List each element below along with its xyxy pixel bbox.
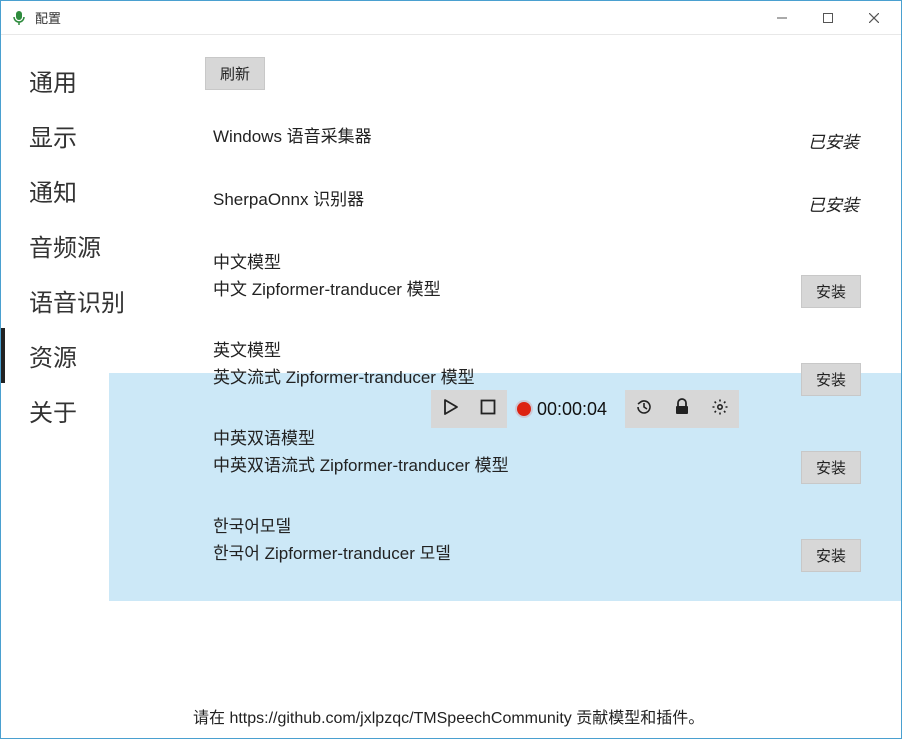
install-button[interactable]: 安装: [801, 363, 861, 396]
play-button[interactable]: [431, 390, 469, 428]
refresh-button[interactable]: 刷新: [205, 57, 265, 90]
resource-row: SherpaOnnx 识别器 已安装: [173, 167, 901, 230]
footer-note: 请在 https://github.com/jxlpzqc/TMSpeechCo…: [173, 696, 901, 728]
resource-desc: 中文 Zipformer-tranducer 模型: [213, 275, 861, 300]
install-button[interactable]: 安装: [801, 451, 861, 484]
resource-name: 英文模型: [213, 336, 861, 361]
install-button[interactable]: 安装: [801, 275, 861, 308]
resource-desc: 한국어 Zipformer-tranducer 모델: [213, 539, 861, 564]
close-button[interactable]: [851, 2, 897, 34]
lock-icon: [674, 398, 690, 421]
resource-name: Windows 语音采集器: [213, 122, 861, 147]
app-icon: [11, 10, 27, 26]
resource-row: 中文模型 中文 Zipformer-tranducer 模型 安装: [173, 230, 901, 318]
record-indicator-icon: [517, 402, 531, 416]
history-button[interactable]: [625, 390, 663, 428]
sidebar-item-notify[interactable]: 通知: [1, 163, 173, 218]
stop-icon: [480, 399, 496, 420]
sidebar-item-audiosource[interactable]: 音频源: [1, 218, 173, 273]
resource-desc: 英文流式 Zipformer-tranducer 模型: [213, 363, 861, 388]
minimize-button[interactable]: [759, 2, 805, 34]
titlebar: 配置: [1, 1, 901, 35]
sidebar-item-display[interactable]: 显示: [1, 108, 173, 163]
recorder-timer: 00:00:04: [537, 399, 607, 420]
window-title: 配置: [35, 8, 61, 27]
content-panel: 刷新 Windows 语音采集器 已安装 SherpaOnnx 识别器 已安装 …: [173, 35, 901, 738]
status-installed: 已安装: [808, 128, 859, 153]
history-icon: [635, 398, 653, 421]
resource-name: 한국어모델: [213, 512, 861, 537]
maximize-button[interactable]: [805, 2, 851, 34]
sidebar-item-general[interactable]: 通用: [1, 53, 173, 108]
status-installed: 已安装: [808, 191, 859, 216]
resource-row: 한국어모델 한국어 Zipformer-tranducer 모델 安装: [173, 494, 901, 582]
resource-name: 中文模型: [213, 248, 861, 273]
resource-name: SherpaOnnx 识别器: [213, 185, 861, 210]
settings-button[interactable]: [701, 390, 739, 428]
gear-icon: [711, 398, 729, 421]
resource-row: Windows 语音采集器 已安装: [173, 104, 901, 167]
sidebar-item-asr[interactable]: 语音识别: [1, 273, 173, 328]
play-icon: [441, 398, 459, 421]
lock-button[interactable]: [663, 390, 701, 428]
stop-button[interactable]: [469, 390, 507, 428]
resource-desc: 中英双语流式 Zipformer-tranducer 模型: [213, 451, 861, 476]
recorder-toolbar: 00:00:04: [431, 389, 739, 429]
install-button[interactable]: 安装: [801, 539, 861, 572]
